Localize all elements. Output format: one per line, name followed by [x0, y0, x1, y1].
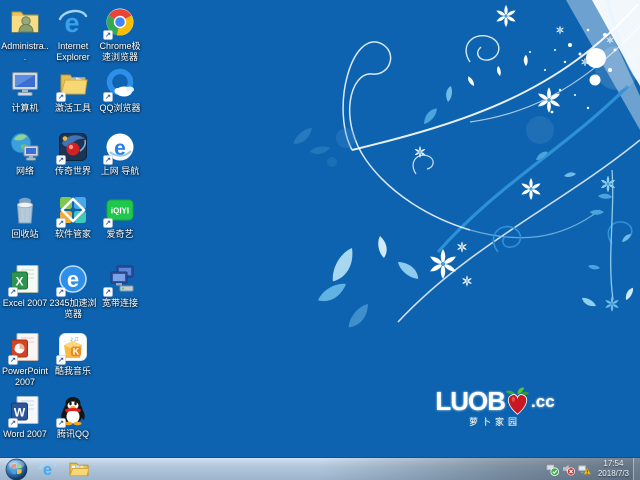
desktop-icon-computer[interactable]: 计算机: [1, 68, 49, 114]
taskbar-internet-explorer-button[interactable]: e: [34, 458, 60, 480]
shortcut-arrow-icon: [56, 218, 66, 228]
broadband-icon: [103, 263, 137, 297]
start-button[interactable]: [5, 458, 28, 480]
radish-icon: [504, 386, 531, 416]
desktop-icon-recycle-bin[interactable]: 回收站: [1, 194, 49, 240]
desktop-icon-activation-tools[interactable]: 激活工具: [49, 68, 97, 114]
shortcut-arrow-icon: [56, 418, 66, 428]
volume-muted-icon[interactable]: [561, 462, 575, 476]
internet-explorer-icon: e: [56, 6, 90, 40]
network-globe-icon: [8, 131, 42, 165]
show-desktop-button[interactable]: [633, 458, 640, 480]
clock-time: 17:54: [598, 459, 629, 469]
computer-icon: [8, 68, 42, 102]
browser-2345-icon: e: [56, 263, 90, 297]
desktop-icon-2345-browser[interactable]: e 2345加速浏览器: [49, 263, 97, 320]
desktop-icon-broadband[interactable]: 宽带连接: [96, 263, 144, 309]
qq-browser-icon: [103, 68, 137, 102]
desktop-icon-word-2007[interactable]: W Word 2007: [1, 394, 49, 440]
svg-text:K: K: [73, 347, 80, 357]
shortcut-arrow-icon: [103, 92, 113, 102]
user-folder-icon: [8, 6, 42, 40]
desktop-icon-tencent-qq[interactable]: 腾讯QQ: [49, 394, 97, 440]
shortcut-arrow-icon: [56, 155, 66, 165]
taskbar: e: [0, 457, 640, 480]
icon-label: Excel 2007: [1, 298, 49, 309]
icon-label: 软件管家: [49, 229, 97, 240]
desktop-icon-web-navigation[interactable]: e 上网 导航: [96, 131, 144, 177]
icon-label: 传奇世界: [49, 166, 97, 177]
game-icon: [56, 131, 90, 165]
svg-text:iQIYI: iQIYI: [111, 207, 129, 216]
brand-logo: LUOB .cc 萝卜家园: [424, 386, 566, 428]
icon-label: Internet Explorer: [49, 41, 97, 63]
tencent-qq-icon: [56, 394, 90, 428]
kuwo-music-icon: ♪♫ K: [56, 331, 90, 365]
shortcut-arrow-icon: [56, 355, 66, 365]
icon-label: PowerPoint 2007: [1, 366, 49, 388]
icon-label: Word 2007: [1, 429, 49, 440]
network-warning-icon[interactable]: [577, 462, 591, 476]
icon-label: 网络: [1, 166, 49, 177]
taskbar-explorer-button[interactable]: [66, 458, 92, 480]
folder-icon: [56, 68, 90, 102]
logo-subtext: 萝卜家园: [424, 415, 566, 428]
shortcut-arrow-icon: [8, 287, 18, 297]
desktop-icon-internet-explorer[interactable]: e Internet Explorer: [49, 6, 97, 63]
desktop-icon-powerpoint-2007[interactable]: PowerPoint 2007: [1, 331, 49, 388]
shortcut-arrow-icon: [103, 155, 113, 165]
shortcut-arrow-icon: [103, 287, 113, 297]
desktop-icon-iqiyi[interactable]: iQIYI 爱奇艺: [96, 194, 144, 240]
security-check-icon[interactable]: [545, 462, 559, 476]
icon-label: 激活工具: [49, 103, 97, 114]
web-navigation-icon: e: [103, 131, 137, 165]
chrome-icon: [103, 6, 137, 40]
icon-label: Chrome极速浏览器: [96, 41, 144, 63]
folder-explorer-icon: [69, 460, 89, 478]
icon-label: 腾讯QQ: [49, 429, 97, 440]
desktop-icon-legend-world[interactable]: 传奇世界: [49, 131, 97, 177]
desktop: LUOB .cc 萝卜家园 Administra...: [0, 0, 640, 480]
shortcut-arrow-icon: [56, 287, 66, 297]
desktop-icon-network[interactable]: 网络: [1, 131, 49, 177]
excel-icon: X: [8, 263, 42, 297]
shortcut-arrow-icon: [8, 418, 18, 428]
recycle-bin-icon: [8, 194, 42, 228]
powerpoint-icon: [8, 331, 42, 365]
icon-label: 宽带连接: [96, 298, 144, 309]
desktop-icon-excel-2007[interactable]: X Excel 2007: [1, 263, 49, 309]
software-manager-icon: [56, 194, 90, 228]
desktop-icon-qq-browser[interactable]: QQ浏览器: [96, 68, 144, 114]
desktop-icon-kuwo-music[interactable]: ♪♫ K 酷我音乐: [49, 331, 97, 377]
shortcut-arrow-icon: [103, 218, 113, 228]
icon-label: 计算机: [1, 103, 49, 114]
icon-label: 爱奇艺: [96, 229, 144, 240]
system-tray: 17:54 2018/7/3: [545, 458, 640, 480]
clock-date: 2018/7/3: [598, 469, 629, 479]
shortcut-arrow-icon: [8, 355, 18, 365]
shortcut-arrow-icon: [103, 30, 113, 40]
icon-label: 回收站: [1, 229, 49, 240]
icon-label: Administra...: [1, 41, 49, 63]
internet-explorer-icon: e: [38, 460, 57, 479]
iqiyi-icon: iQIYI: [103, 194, 137, 228]
word-icon: W: [8, 394, 42, 428]
icon-label: 2345加速浏览器: [49, 298, 97, 320]
shortcut-arrow-icon: [56, 92, 66, 102]
windows-orb-icon: [5, 458, 28, 480]
icon-label: QQ浏览器: [96, 103, 144, 114]
svg-text:e: e: [67, 267, 79, 292]
taskbar-clock[interactable]: 17:54 2018/7/3: [598, 459, 629, 480]
icon-label: 酷我音乐: [49, 366, 97, 377]
logo-text: LUOB: [435, 388, 505, 414]
desktop-icon-administrator[interactable]: Administra...: [1, 6, 49, 63]
desktop-icon-software-manager[interactable]: 软件管家: [49, 194, 97, 240]
icon-label: 上网 导航: [96, 166, 144, 177]
desktop-icon-chrome-browser[interactable]: Chrome极速浏览器: [96, 6, 144, 63]
logo-suffix: .cc: [531, 393, 555, 410]
